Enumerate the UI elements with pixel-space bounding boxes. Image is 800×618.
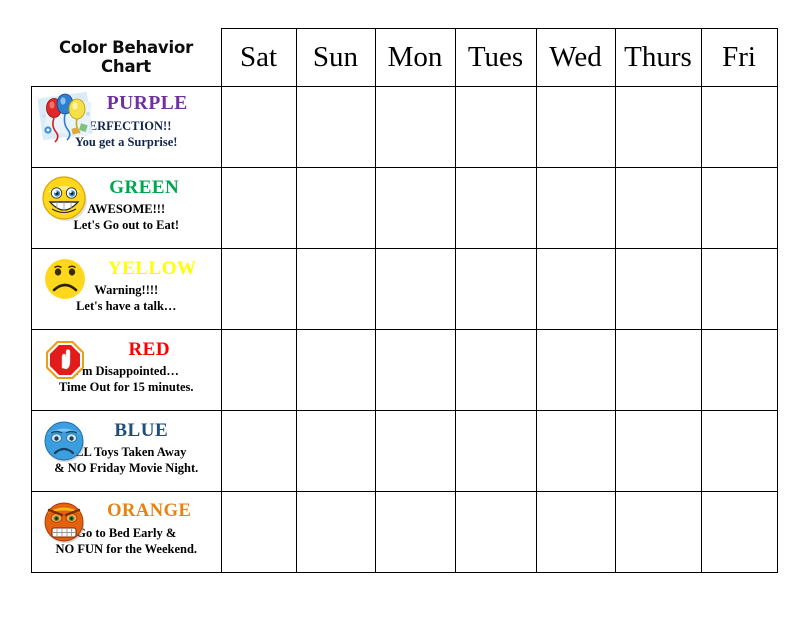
grid-cell-red-sun[interactable] — [295, 329, 376, 411]
grid-cell-orange-sat[interactable] — [220, 491, 297, 573]
grid-cell-purple-thurs[interactable] — [614, 86, 702, 168]
grid-cell-green-sun[interactable] — [295, 167, 376, 249]
behavior-level-orange: ORANGE Go to Bed Early & NO FUN for the … — [31, 491, 222, 573]
column-header-mon: Mon — [374, 28, 456, 87]
angry-face-orange-icon — [44, 502, 84, 543]
behavior-level-blue: BLUE ALL Toys Taken Away & NO Friday Mov… — [31, 410, 222, 492]
table-row: BLUE ALL Toys Taken Away & NO Friday Mov… — [31, 410, 778, 492]
grid-cell-blue-sun[interactable] — [295, 410, 376, 492]
grid-cell-green-mon[interactable] — [374, 167, 456, 249]
grid-cell-blue-sat[interactable] — [220, 410, 297, 492]
page-title-line1: Color Behavior — [58, 37, 194, 57]
column-header-fri: Fri — [700, 28, 778, 87]
stop-sign-hand-icon — [46, 341, 84, 379]
behavior-level-yellow: YELLOW Warning!!!! Let's have a talk… — [31, 248, 222, 330]
grid-cell-red-wed[interactable] — [535, 329, 616, 411]
grid-cell-green-tues[interactable] — [454, 167, 537, 249]
grid-cell-orange-thurs[interactable] — [614, 491, 702, 573]
grid-cell-purple-sun[interactable] — [295, 86, 376, 168]
behavior-level-green: GREEN AWESOME!!! Let's Go out to Eat! — [31, 167, 222, 249]
table-header-row: Color Behavior Chart Sat Sun Mon Tues We… — [32, 28, 778, 87]
grid-cell-green-fri[interactable] — [700, 167, 778, 249]
column-header-sat: Sat — [220, 28, 297, 87]
table-row: ORANGE Go to Bed Early & NO FUN for the … — [31, 491, 778, 573]
behavior-chart-page: Color Behavior Chart Sat Sun Mon Tues We… — [0, 0, 800, 618]
column-header-wed: Wed — [535, 28, 616, 87]
grid-cell-yellow-sat[interactable] — [220, 248, 297, 330]
grid-cell-yellow-fri[interactable] — [700, 248, 778, 330]
behavior-level-purple: PURPLE PERFECTION!! You get a Surprise! — [31, 86, 222, 168]
column-header-tues: Tues — [454, 28, 537, 87]
grid-cell-red-mon[interactable] — [374, 329, 456, 411]
chart-title-cell: Color Behavior Chart — [32, 29, 222, 87]
grid-cell-blue-fri[interactable] — [700, 410, 778, 492]
grid-cell-red-tues[interactable] — [454, 329, 537, 411]
column-header-sun: Sun — [295, 28, 376, 87]
grid-cell-orange-sun[interactable] — [295, 491, 376, 573]
grid-cell-yellow-sun[interactable] — [295, 248, 376, 330]
sad-face-blue-icon — [44, 421, 84, 462]
grid-cell-orange-mon[interactable] — [374, 491, 456, 573]
page-title-line2: Chart — [100, 57, 151, 77]
grinning-face-icon — [42, 176, 87, 221]
grid-cell-yellow-thurs[interactable] — [614, 248, 702, 330]
grid-cell-orange-tues[interactable] — [454, 491, 537, 573]
grid-cell-blue-tues[interactable] — [454, 410, 537, 492]
sad-face-yellow-icon — [45, 259, 85, 299]
behavior-level-red: RED I'm Disappointed… Time Out for 15 mi… — [31, 329, 222, 411]
grid-cell-purple-fri[interactable] — [700, 86, 778, 168]
grid-cell-green-wed[interactable] — [535, 167, 616, 249]
grid-cell-blue-mon[interactable] — [374, 410, 456, 492]
grid-cell-yellow-mon[interactable] — [374, 248, 456, 330]
color-behavior-chart-table: Color Behavior Chart Sat Sun Mon Tues We… — [31, 28, 778, 573]
grid-cell-orange-wed[interactable] — [535, 491, 616, 573]
grid-cell-blue-wed[interactable] — [535, 410, 616, 492]
table-row: PURPLE PERFECTION!! You get a Surprise! — [31, 86, 778, 168]
table-row: YELLOW Warning!!!! Let's have a talk… — [31, 248, 778, 330]
grid-cell-blue-thurs[interactable] — [614, 410, 702, 492]
table-row: GREEN AWESOME!!! Let's Go out to Eat! — [31, 167, 778, 249]
grid-cell-red-thurs[interactable] — [614, 329, 702, 411]
grid-cell-green-thurs[interactable] — [614, 167, 702, 249]
grid-cell-green-sat[interactable] — [220, 167, 297, 249]
table-row: RED I'm Disappointed… Time Out for 15 mi… — [31, 329, 778, 411]
grid-cell-red-fri[interactable] — [700, 329, 778, 411]
grid-cell-yellow-wed[interactable] — [535, 248, 616, 330]
grid-cell-purple-tues[interactable] — [454, 86, 537, 168]
grid-cell-red-sat[interactable] — [220, 329, 297, 411]
grid-cell-yellow-tues[interactable] — [454, 248, 537, 330]
grid-cell-purple-sat[interactable] — [220, 86, 297, 168]
grid-cell-purple-wed[interactable] — [535, 86, 616, 168]
grid-cell-purple-mon[interactable] — [374, 86, 456, 168]
column-header-thurs: Thurs — [614, 28, 702, 87]
balloons-party-icon — [38, 92, 93, 143]
grid-cell-orange-fri[interactable] — [700, 491, 778, 573]
